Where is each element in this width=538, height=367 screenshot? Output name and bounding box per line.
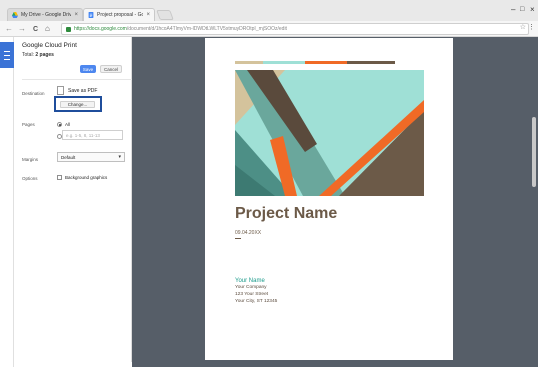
pages-all-label: All bbox=[65, 122, 71, 127]
margins-label: Margins bbox=[22, 157, 39, 162]
total-value: 2 pages bbox=[35, 52, 54, 58]
cover-geometric-graphic bbox=[235, 70, 424, 196]
close-tab-icon[interactable]: × bbox=[74, 12, 78, 18]
url-secure-part: https://docs.google.com bbox=[74, 26, 127, 32]
google-docs-icon bbox=[88, 12, 94, 18]
docs-side-strip bbox=[0, 37, 14, 367]
background-graphics-label: Background graphics bbox=[65, 175, 108, 180]
minimize-icon[interactable]: – bbox=[511, 5, 515, 14]
header-stripe-tan bbox=[235, 61, 263, 64]
print-settings-panel: Google Cloud Print Total: 2 pages Save C… bbox=[15, 37, 132, 362]
preview-page: Project Name 09.04.20XX Your Name Your C… bbox=[205, 38, 453, 360]
header-stripe-brown bbox=[347, 61, 395, 64]
address-bar[interactable]: https://docs.google.com /document/d/1hco… bbox=[61, 23, 529, 35]
document-title: Project Name bbox=[235, 205, 338, 222]
address-line: 123 Your Street bbox=[235, 292, 269, 297]
tab-my-drive[interactable]: My Drive - Google Drive × bbox=[7, 8, 83, 21]
tab-label: Project proposal - Goo bbox=[97, 12, 144, 18]
total-pages: Total: 2 pages bbox=[22, 52, 54, 58]
lock-icon bbox=[66, 26, 71, 32]
print-dialog-title: Google Cloud Print bbox=[22, 42, 77, 49]
docs-menu-icon[interactable] bbox=[0, 42, 14, 68]
margins-select[interactable]: Default ▾ bbox=[57, 152, 125, 162]
home-icon[interactable]: ⌂ bbox=[45, 24, 50, 33]
address-line: Your Company bbox=[235, 285, 267, 290]
pages-all-radio[interactable] bbox=[57, 122, 62, 127]
options-label: Options bbox=[22, 176, 38, 181]
reload-icon[interactable]: C bbox=[33, 25, 38, 34]
destination-label: Destination bbox=[22, 91, 45, 96]
cancel-button[interactable]: Cancel bbox=[100, 65, 122, 73]
browser-titlebar: My Drive - Google Drive × Project propos… bbox=[0, 0, 538, 21]
change-destination-button[interactable]: Change... bbox=[54, 96, 102, 112]
bookmark-star-icon[interactable]: ☆ bbox=[520, 23, 526, 31]
divider bbox=[22, 79, 132, 80]
browser-toolbar: ← → C ⌂ https://docs.google.com /documen… bbox=[0, 21, 538, 37]
save-button[interactable]: Save bbox=[80, 65, 96, 73]
new-tab-button[interactable] bbox=[156, 10, 174, 20]
pages-label: Pages bbox=[22, 122, 35, 127]
print-preview-area: Project Name 09.04.20XX Your Name Your C… bbox=[132, 37, 538, 367]
tab-label: My Drive - Google Drive bbox=[21, 12, 72, 18]
forward-icon[interactable]: → bbox=[18, 24, 26, 33]
margins-value: Default bbox=[61, 154, 76, 160]
divider bbox=[235, 238, 241, 239]
change-button-label[interactable]: Change... bbox=[60, 101, 95, 108]
tab-project-proposal[interactable]: Project proposal - Goo × bbox=[83, 8, 155, 21]
document-date: 09.04.20XX bbox=[235, 230, 262, 236]
url-path-part: /document/d/1hcoA4TlmyVm-lDWDtLWLTV5xtmu… bbox=[126, 26, 287, 32]
destination-value: Save as PDF bbox=[68, 88, 98, 94]
browser-menu-icon[interactable]: ⋮ bbox=[528, 23, 535, 31]
preview-scrollbar[interactable] bbox=[532, 117, 536, 187]
maximize-icon[interactable]: □ bbox=[520, 6, 524, 13]
pages-custom-input[interactable]: e.g. 1-5, 8, 11-13 bbox=[62, 130, 123, 140]
google-drive-icon bbox=[12, 12, 18, 18]
close-window-icon[interactable]: × bbox=[530, 5, 535, 14]
header-stripe-orange bbox=[305, 61, 347, 64]
pdf-file-icon bbox=[57, 86, 64, 95]
back-icon[interactable]: ← bbox=[5, 24, 13, 33]
header-stripe-teal bbox=[263, 61, 305, 64]
total-label: Total: bbox=[22, 52, 34, 58]
chevron-down-icon: ▾ bbox=[118, 154, 121, 160]
address-line: Your City, ST 12345 bbox=[235, 299, 278, 304]
background-graphics-checkbox[interactable] bbox=[57, 175, 62, 180]
close-tab-icon[interactable]: × bbox=[146, 12, 150, 18]
author-name: Your Name bbox=[235, 278, 265, 284]
